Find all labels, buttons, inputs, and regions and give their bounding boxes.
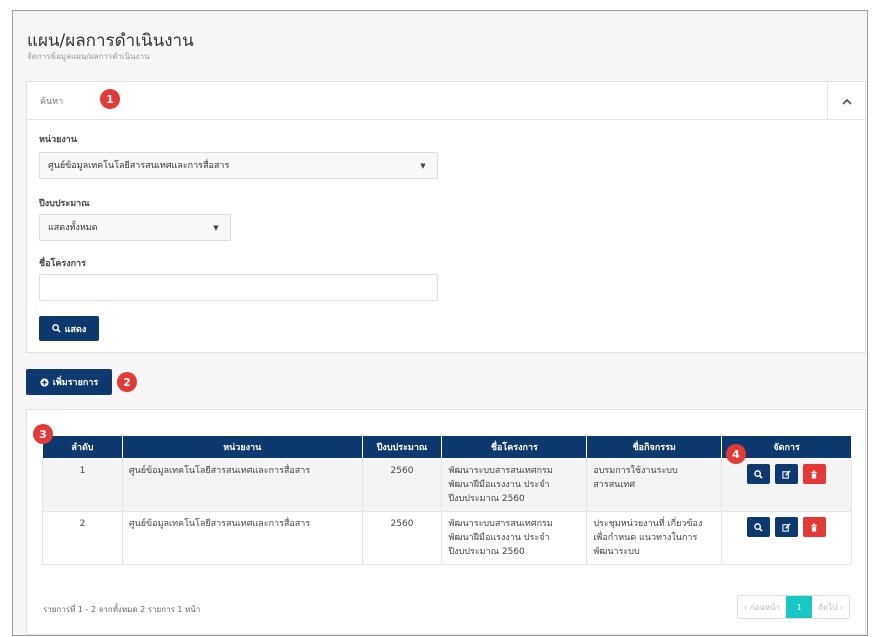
delete-button[interactable] bbox=[802, 517, 826, 537]
cell-unit: ศูนย์ข้อมูลเทคโนโลยีสารสนเทศและการสื่อสา… bbox=[121, 458, 363, 512]
cell-actions bbox=[721, 458, 852, 512]
cell-project: พัฒนาระบบสารสนเทศกรม พัฒนาฝีมือแรงงาน ปร… bbox=[441, 511, 588, 565]
cell-actions bbox=[721, 511, 852, 565]
edit-icon bbox=[782, 522, 791, 532]
cell-activity: ประชุมหน่วยงานที่ เกี่ยวข้องเพื่อกำหนด แ… bbox=[586, 511, 723, 565]
trash-icon bbox=[811, 469, 818, 479]
show-button[interactable]: แสดง bbox=[39, 316, 99, 341]
col-no: ลำดับ bbox=[42, 435, 123, 459]
unit-select[interactable]: ศูนย์ข้อมูลเทคโนโลยีสารสนเทศและการสื่อสา… bbox=[39, 152, 438, 179]
year-select[interactable]: แสดงทั้งหมด ▼ bbox=[39, 214, 231, 241]
trash-icon bbox=[811, 522, 818, 532]
plus-circle-icon bbox=[40, 377, 49, 387]
table-row: 2 ศูนย์ข้อมูลเทคโนโลยีสารสนเทศและการสื่อ… bbox=[42, 511, 852, 565]
unit-select-value: ศูนย์ข้อมูลเทคโนโลยีสารสนเทศและการสื่อสา… bbox=[48, 161, 230, 171]
marker-4: 4 bbox=[726, 444, 746, 464]
year-label: ปีงบประมาณ bbox=[39, 199, 90, 209]
results-summary: รายการที่ 1 - 2 จากทั้งหมด 2 รายการ 1 หน… bbox=[43, 605, 201, 614]
add-item-button[interactable]: เพิ่มรายการ bbox=[26, 369, 112, 395]
caret-down-icon: ▼ bbox=[420, 162, 426, 170]
year-select-value: แสดงทั้งหมด bbox=[48, 223, 98, 233]
marker-3: 3 bbox=[33, 424, 53, 444]
search-panel-header[interactable]: ค้นหา bbox=[27, 82, 865, 120]
edit-button[interactable] bbox=[775, 517, 799, 537]
chevron-up-icon bbox=[841, 98, 852, 105]
cell-project: พัฒนาระบบสารสนเทศกรม พัฒนาฝีมือแรงงาน ปร… bbox=[441, 458, 588, 512]
pagination: ‹ ก่อนหน้า 1 ถัดไป › bbox=[737, 595, 850, 619]
col-year: ปีงบประมาณ bbox=[361, 435, 443, 459]
project-label: ชื่อโครงการ bbox=[39, 259, 86, 269]
search-panel-label: ค้นหา bbox=[40, 97, 64, 107]
search-icon bbox=[51, 324, 61, 333]
edit-button[interactable] bbox=[775, 464, 799, 484]
caret-down-icon: ▼ bbox=[213, 224, 219, 232]
table-row: 1 ศูนย์ข้อมูลเทคโนโลยีสารสนเทศและการสื่อ… bbox=[42, 458, 852, 512]
col-activity: ชื่อกิจกรรม bbox=[586, 435, 723, 459]
col-project: ชื่อโครงการ bbox=[441, 435, 588, 459]
search-icon bbox=[754, 522, 763, 532]
marker-1: 1 bbox=[100, 89, 120, 109]
show-button-label: แสดง bbox=[64, 324, 87, 335]
cell-no: 1 bbox=[42, 458, 123, 512]
unit-label: หน่วยงาน bbox=[39, 135, 78, 145]
cell-activity: อบรมการใช้งานระบบ สารสนเทศ bbox=[586, 458, 723, 512]
view-button[interactable] bbox=[747, 517, 771, 537]
page-1-button[interactable]: 1 bbox=[786, 596, 813, 618]
collapse-button[interactable] bbox=[827, 82, 865, 120]
prev-page-button[interactable]: ‹ ก่อนหน้า bbox=[738, 596, 786, 618]
next-page-button[interactable]: ถัดไป › bbox=[812, 596, 849, 618]
project-input[interactable] bbox=[39, 274, 438, 301]
delete-button[interactable] bbox=[802, 464, 826, 484]
marker-2: 2 bbox=[117, 372, 137, 392]
edit-icon bbox=[782, 469, 791, 479]
search-icon bbox=[754, 469, 763, 479]
results-panel: ลำดับ หน่วยงาน ปีงบประมาณ ชื่อโครงการ ชื… bbox=[26, 409, 866, 635]
cell-no: 2 bbox=[42, 511, 123, 565]
view-button[interactable] bbox=[747, 464, 771, 484]
cell-unit: ศูนย์ข้อมูลเทคโนโลยีสารสนเทศและการสื่อสา… bbox=[121, 511, 363, 565]
add-item-label: เพิ่มรายการ bbox=[52, 378, 99, 388]
cell-year: 2560 bbox=[361, 511, 443, 565]
col-unit: หน่วยงาน bbox=[121, 435, 363, 459]
cell-year: 2560 bbox=[361, 458, 443, 512]
breadcrumb: จัดการข้อมูลแผน/ผลการดำเนินงาน bbox=[27, 52, 150, 61]
